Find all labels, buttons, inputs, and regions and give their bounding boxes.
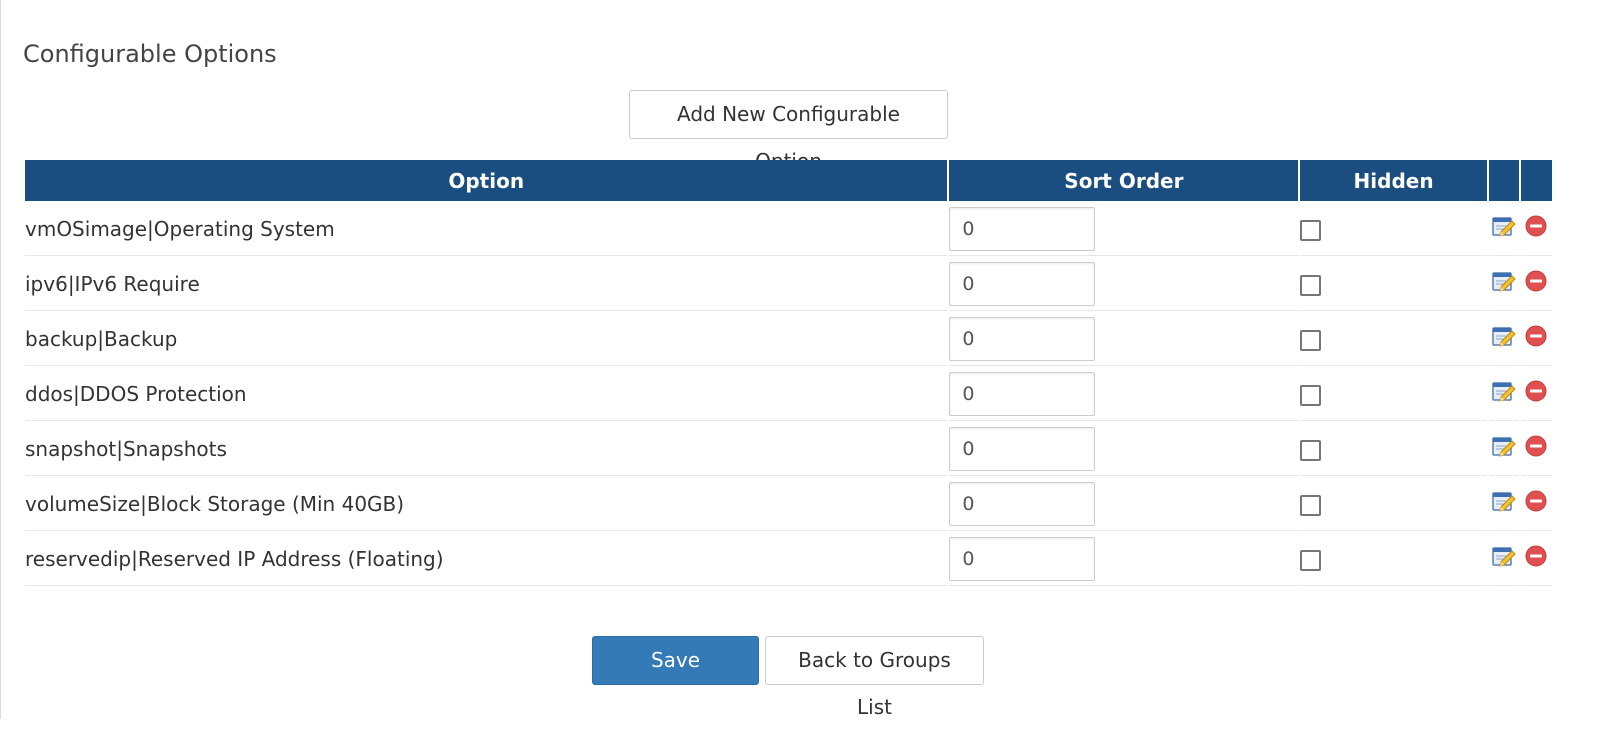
edit-icon[interactable] [1492, 545, 1516, 572]
option-name: volumeSize|Block Storage (Min 40GB) [25, 477, 948, 531]
sort-order-input[interactable] [949, 316, 1096, 361]
hidden-cell [1300, 532, 1487, 586]
hidden-checkbox[interactable] [1300, 274, 1322, 296]
edit-cell [1488, 477, 1519, 531]
option-name: ddos|DDOS Protection [25, 367, 948, 421]
edit-icon[interactable] [1492, 490, 1516, 517]
table-row: ipv6|IPv6 Require [25, 257, 1552, 311]
delete-cell [1520, 477, 1552, 531]
delete-icon[interactable] [1525, 545, 1547, 572]
sort-order-cell [949, 367, 1299, 421]
sort-order-cell [949, 532, 1299, 586]
delete-icon[interactable] [1525, 270, 1547, 297]
sort-order-cell [949, 312, 1299, 366]
option-name: vmOSimage|Operating System [25, 202, 948, 256]
hidden-checkbox[interactable] [1300, 439, 1322, 461]
column-header-delete [1520, 160, 1552, 201]
column-header-edit [1488, 160, 1519, 201]
table-row: snapshot|Snapshots [25, 422, 1552, 476]
sort-order-input[interactable] [949, 261, 1096, 306]
sort-order-cell [949, 477, 1299, 531]
delete-cell [1520, 202, 1552, 256]
edit-cell [1488, 202, 1519, 256]
hidden-checkbox[interactable] [1300, 549, 1322, 571]
delete-icon[interactable] [1525, 215, 1547, 242]
edit-icon[interactable] [1492, 215, 1516, 242]
page-left-border [0, 0, 1, 719]
edit-cell [1488, 532, 1519, 586]
configurable-options-table: Option Sort Order Hidden vmOSimage|Opera… [23, 159, 1554, 587]
delete-icon[interactable] [1525, 435, 1547, 462]
save-changes-button[interactable]: Save Changes [592, 636, 759, 719]
hidden-cell [1300, 477, 1487, 531]
hidden-cell [1300, 202, 1487, 256]
sort-order-input[interactable] [949, 206, 1096, 251]
hidden-checkbox[interactable] [1300, 329, 1322, 351]
hidden-cell [1300, 367, 1487, 421]
hidden-cell [1300, 422, 1487, 476]
edit-cell [1488, 422, 1519, 476]
hidden-checkbox[interactable] [1300, 384, 1322, 406]
edit-cell [1488, 312, 1519, 366]
hidden-checkbox[interactable] [1300, 219, 1322, 241]
back-to-groups-list-button[interactable]: Back to Groups List [765, 636, 984, 719]
edit-cell [1488, 257, 1519, 311]
sort-order-input[interactable] [949, 426, 1096, 471]
delete-cell [1520, 312, 1552, 366]
sort-order-cell [949, 257, 1299, 311]
option-name: snapshot|Snapshots [25, 422, 948, 476]
table-row: vmOSimage|Operating System [25, 202, 1552, 256]
table-row: ddos|DDOS Protection [25, 367, 1552, 421]
delete-icon[interactable] [1525, 490, 1547, 517]
edit-icon[interactable] [1492, 325, 1516, 352]
sort-order-input[interactable] [949, 536, 1096, 581]
option-name: ipv6|IPv6 Require [25, 257, 948, 311]
table-row: backup|Backup [25, 312, 1552, 366]
column-header-hidden: Hidden [1300, 160, 1487, 201]
delete-cell [1520, 367, 1552, 421]
option-name: reservedip|Reserved IP Address (Floating… [25, 532, 948, 586]
edit-icon[interactable] [1492, 270, 1516, 297]
column-header-option: Option [25, 160, 948, 201]
hidden-checkbox[interactable] [1300, 494, 1322, 516]
sort-order-cell [949, 422, 1299, 476]
page-title: Configurable Options [23, 40, 277, 68]
sort-order-input[interactable] [949, 371, 1096, 416]
sort-order-cell [949, 202, 1299, 256]
delete-icon[interactable] [1525, 380, 1547, 407]
add-configurable-option-button[interactable]: Add New Configurable Option [629, 90, 948, 173]
table-body: vmOSimage|Operating System ipv6|IPv6 Req… [25, 202, 1552, 586]
hidden-cell [1300, 257, 1487, 311]
column-header-sort-order: Sort Order [949, 160, 1299, 201]
sort-order-input[interactable] [949, 481, 1096, 526]
delete-icon[interactable] [1525, 325, 1547, 352]
hidden-cell [1300, 312, 1487, 366]
delete-cell [1520, 257, 1552, 311]
delete-cell [1520, 422, 1552, 476]
edit-cell [1488, 367, 1519, 421]
table-header-row: Option Sort Order Hidden [25, 160, 1552, 201]
edit-icon[interactable] [1492, 435, 1516, 462]
delete-cell [1520, 532, 1552, 586]
option-name: backup|Backup [25, 312, 948, 366]
table-row: volumeSize|Block Storage (Min 40GB) [25, 477, 1552, 531]
edit-icon[interactable] [1492, 380, 1516, 407]
table-row: reservedip|Reserved IP Address (Floating… [25, 532, 1552, 586]
